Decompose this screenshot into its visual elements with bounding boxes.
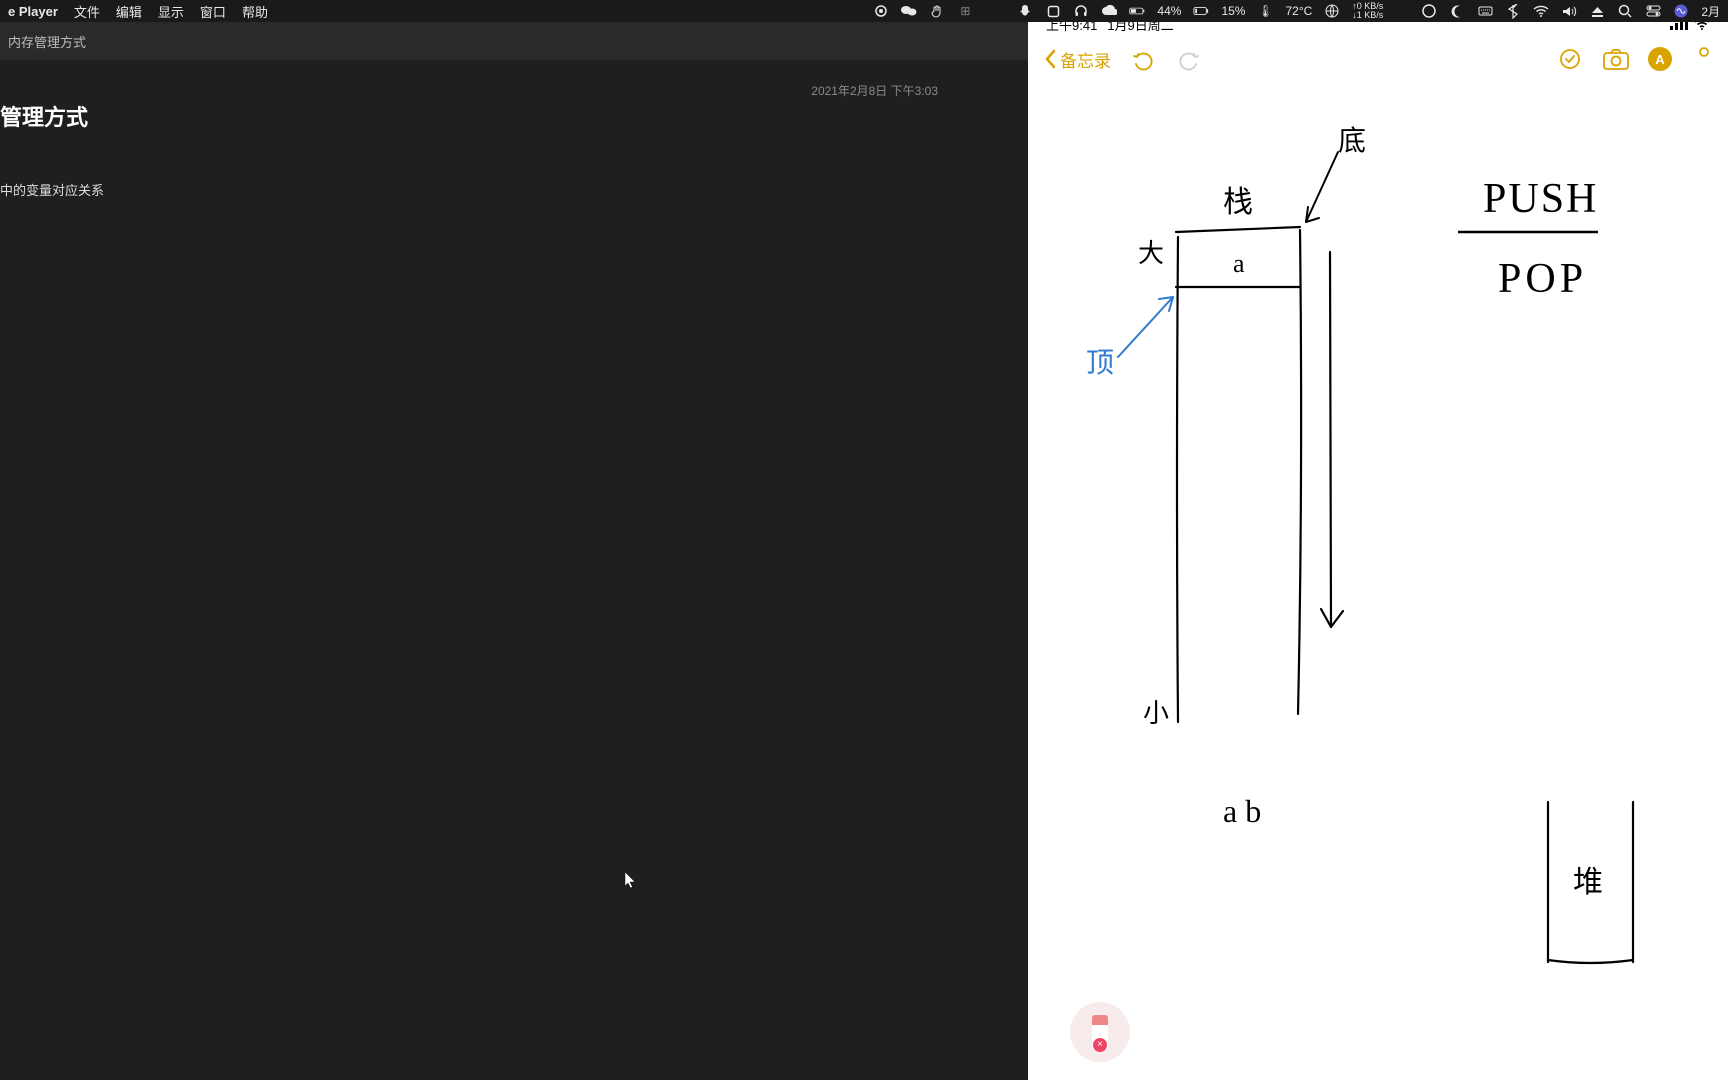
- sketch-small-label: 小: [1143, 699, 1169, 728]
- note-title[interactable]: 管理方式: [0, 100, 88, 132]
- markup-pen-button[interactable]: A: [1648, 47, 1672, 71]
- sketch-pop-text: POP: [1498, 256, 1587, 302]
- headphones-icon[interactable]: [1073, 3, 1089, 19]
- checklist-icon[interactable]: [1556, 45, 1584, 73]
- thermometer-icon[interactable]: 🌡: [1257, 3, 1273, 19]
- sketch-top-label: 顶: [1086, 348, 1114, 379]
- menu-help[interactable]: 帮助: [242, 2, 268, 21]
- menu-window[interactable]: 窗口: [200, 2, 226, 21]
- moon-icon[interactable]: [1449, 3, 1465, 19]
- sketch-heap-label: 堆: [1573, 866, 1603, 899]
- window-tabbar: 内存管理方式: [0, 22, 1028, 60]
- battery2-icon[interactable]: [1193, 3, 1209, 19]
- menu-edit[interactable]: 编辑: [116, 2, 142, 21]
- mac-menubar: e Player 文件 编辑 显示 窗口 帮助 ⊞ 44% 15% 🌡 72°C…: [0, 0, 1728, 22]
- sketch-stack-label: 栈: [1223, 186, 1253, 219]
- search-icon[interactable]: [1617, 3, 1633, 19]
- snapchat-icon[interactable]: [1017, 3, 1033, 19]
- menubar-date[interactable]: 2月: [1701, 3, 1720, 20]
- back-button[interactable]: 备忘录: [1044, 47, 1111, 72]
- sketch-push-text: PUSH: [1483, 176, 1598, 222]
- menu-app-name[interactable]: e Player: [8, 4, 58, 19]
- wifi-icon[interactable]: [1533, 3, 1549, 19]
- redo-icon: [1175, 45, 1203, 73]
- cpu-temp: 72°C: [1285, 4, 1312, 18]
- menu-view[interactable]: 显示: [158, 2, 184, 21]
- net-speed: ↑0 KB/s ↓1 KB/s: [1352, 2, 1383, 20]
- sketch-ab-text: a b: [1223, 793, 1261, 829]
- volume-icon[interactable]: [1561, 3, 1577, 19]
- eraser-tool[interactable]: ×: [1070, 1002, 1130, 1062]
- bluetooth-icon[interactable]: [1505, 3, 1521, 19]
- grid-icon[interactable]: ⊞: [957, 3, 973, 19]
- undo-icon[interactable]: [1129, 45, 1157, 73]
- back-label: 备忘录: [1060, 47, 1111, 72]
- note-timestamp: 2021年2月8日 下午3:03: [811, 82, 938, 99]
- mouse-cursor-icon: [625, 872, 637, 890]
- record-icon[interactable]: [873, 3, 889, 19]
- left-notes-window: 内存管理方式 2021年2月8日 下午3:03 管理方式 中的变量对应关系: [0, 22, 1028, 1080]
- control-center-icon[interactable]: [1645, 3, 1661, 19]
- keyboard-icon[interactable]: [1477, 3, 1493, 19]
- hand-icon[interactable]: [929, 3, 945, 19]
- drawing-canvas[interactable]: a 栈 大 小 顶 底 a: [1028, 82, 1728, 1080]
- menu-file[interactable]: 文件: [74, 2, 100, 21]
- eject-icon[interactable]: [1589, 3, 1605, 19]
- battery-icon[interactable]: [1129, 3, 1145, 19]
- more-icon[interactable]: [1690, 45, 1718, 73]
- chevron-left-icon: [1044, 49, 1056, 69]
- cloud-icon[interactable]: [1101, 3, 1117, 19]
- square-icon[interactable]: [1045, 3, 1061, 19]
- sketch-cell-value: a: [1233, 249, 1245, 278]
- note-body-line[interactable]: 中的变量对应关系: [0, 180, 104, 199]
- camera-icon[interactable]: [1602, 45, 1630, 73]
- notes-toolbar: 备忘录 A: [1028, 36, 1728, 82]
- siri-icon[interactable]: [1673, 3, 1689, 19]
- globe-icon[interactable]: [1324, 3, 1340, 19]
- close-badge-icon: ×: [1093, 1038, 1107, 1052]
- sketch-bottom-label: 底: [1338, 125, 1366, 157]
- eraser-icon: ×: [1092, 1015, 1108, 1049]
- ipad-mirror: 上午9:41 1月9日周二 备忘录 A: [1028, 12, 1728, 1080]
- dnd-icon[interactable]: [1421, 3, 1437, 19]
- battery2-percent: 15%: [1221, 4, 1245, 18]
- sketch-big-label: 大: [1138, 239, 1164, 268]
- battery-percent: 44%: [1157, 4, 1181, 18]
- wechat-icon[interactable]: [901, 3, 917, 19]
- tab-title[interactable]: 内存管理方式: [8, 32, 86, 51]
